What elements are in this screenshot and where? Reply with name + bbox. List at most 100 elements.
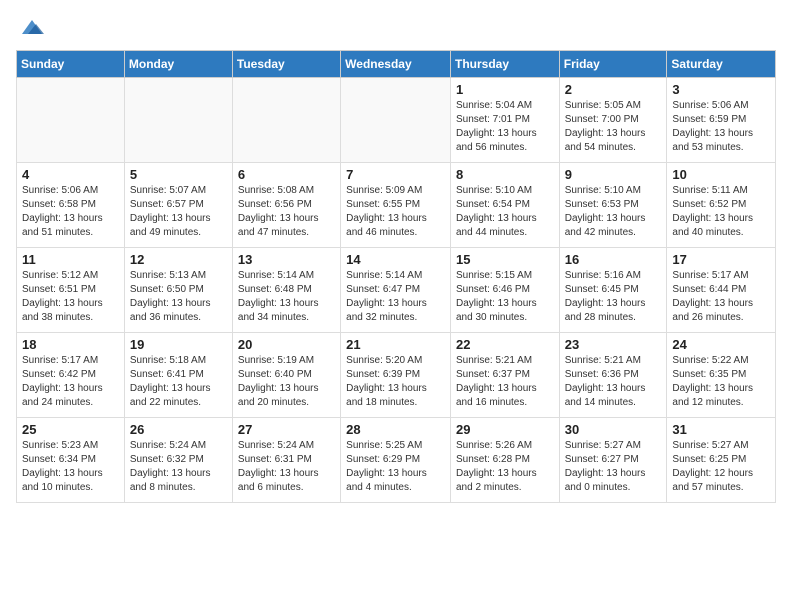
day-number: 26 [130,422,227,437]
calendar-cell: 15Sunrise: 5:15 AM Sunset: 6:46 PM Dayli… [450,248,559,333]
calendar-cell: 4 Sunrise: 5:06 AM Sunset: 6:58 PM Daylig… [17,163,125,248]
day-number: 20 [238,337,335,352]
calendar-cell: 12 Sunrise: 5:13 AM Sunset: 6:50 PM Dayli… [124,248,232,333]
day-number: 7 [346,167,445,182]
calendar-cell: 24Sunrise: 5:22 AM Sunset: 6:35 PM Dayli… [667,333,776,418]
day-number: 12 [130,252,227,267]
calendar-cell: 6 Sunrise: 5:08 AM Sunset: 6:56 PM Daylig… [232,163,340,248]
calendar-cell: 20 Sunrise: 5:19 AM Sunset: 6:40 PM Dayli… [232,333,340,418]
day-info: Sunrise: 5:10 AM Sunset: 6:54 PM Dayligh… [456,184,554,240]
calendar-cell [341,78,451,163]
calendar-cell: 27 Sunrise: 5:24 AM Sunset: 6:31 PM Dayli… [232,418,340,503]
header-thursday: Thursday [450,51,559,78]
day-info: Sunrise: 5:14 AM Sunset: 6:48 PM Dayligh… [238,269,335,325]
page-header [16,16,776,38]
day-number: 18 [22,337,119,352]
week-row-2: 4 Sunrise: 5:06 AM Sunset: 6:58 PM Daylig… [17,163,776,248]
day-number: 4 [22,167,119,182]
day-info: Sunrise: 5:06 AM Sunset: 6:58 PM Dayligh… [22,184,119,240]
day-info: Sunrise: 5:21 AM Sunset: 6:37 PM Dayligh… [456,354,554,410]
day-info: Sunrise: 5:09 AM Sunset: 6:55 PM Dayligh… [346,184,445,240]
day-number: 14 [346,252,445,267]
day-info: Sunrise: 5:14 AM Sunset: 6:47 PM Dayligh… [346,269,445,325]
day-number: 11 [22,252,119,267]
calendar-cell: 7 Sunrise: 5:09 AM Sunset: 6:55 PM Daylig… [341,163,451,248]
week-row-5: 25 Sunrise: 5:23 AM Sunset: 6:34 PM Dayli… [17,418,776,503]
day-info: Sunrise: 5:27 AM Sunset: 6:27 PM Dayligh… [565,439,662,495]
header-friday: Friday [559,51,667,78]
day-number: 30 [565,422,662,437]
day-number: 27 [238,422,335,437]
calendar-cell: 30 Sunrise: 5:27 AM Sunset: 6:27 PM Dayli… [559,418,667,503]
header-monday: Monday [124,51,232,78]
calendar-cell: 19 Sunrise: 5:18 AM Sunset: 6:41 PM Dayli… [124,333,232,418]
day-info: Sunrise: 5:07 AM Sunset: 6:57 PM Dayligh… [130,184,227,240]
day-number: 23 [565,337,662,352]
calendar-cell [124,78,232,163]
day-number: 3 [672,82,770,97]
calendar-cell: 25 Sunrise: 5:23 AM Sunset: 6:34 PM Dayli… [17,418,125,503]
day-number: 22 [456,337,554,352]
day-info: Sunrise: 5:04 AM Sunset: 7:01 PM Dayligh… [456,99,554,155]
calendar-cell: 31 Sunrise: 5:27 AM Sunset: 6:25 PM Dayli… [667,418,776,503]
calendar-cell: 5Sunrise: 5:07 AM Sunset: 6:57 PM Daylig… [124,163,232,248]
calendar-cell: 9 Sunrise: 5:10 AM Sunset: 6:53 PM Daylig… [559,163,667,248]
day-number: 28 [346,422,445,437]
day-info: Sunrise: 5:10 AM Sunset: 6:53 PM Dayligh… [565,184,662,240]
header-saturday: Saturday [667,51,776,78]
day-info: Sunrise: 5:18 AM Sunset: 6:41 PM Dayligh… [130,354,227,410]
day-info: Sunrise: 5:24 AM Sunset: 6:31 PM Dayligh… [238,439,335,495]
day-info: Sunrise: 5:05 AM Sunset: 7:00 PM Dayligh… [565,99,662,155]
day-info: Sunrise: 5:08 AM Sunset: 6:56 PM Dayligh… [238,184,335,240]
day-number: 21 [346,337,445,352]
calendar-cell [17,78,125,163]
calendar-cell: 21Sunrise: 5:20 AM Sunset: 6:39 PM Dayli… [341,333,451,418]
day-number: 6 [238,167,335,182]
header-sunday: Sunday [17,51,125,78]
calendar-cell: 23Sunrise: 5:21 AM Sunset: 6:36 PM Dayli… [559,333,667,418]
logo [16,16,46,38]
day-number: 16 [565,252,662,267]
day-info: Sunrise: 5:23 AM Sunset: 6:34 PM Dayligh… [22,439,119,495]
calendar-cell: 13Sunrise: 5:14 AM Sunset: 6:48 PM Dayli… [232,248,340,333]
day-info: Sunrise: 5:27 AM Sunset: 6:25 PM Dayligh… [672,439,770,495]
day-info: Sunrise: 5:24 AM Sunset: 6:32 PM Dayligh… [130,439,227,495]
header-tuesday: Tuesday [232,51,340,78]
calendar-cell: 2Sunrise: 5:05 AM Sunset: 7:00 PM Daylig… [559,78,667,163]
day-info: Sunrise: 5:25 AM Sunset: 6:29 PM Dayligh… [346,439,445,495]
calendar-cell: 16Sunrise: 5:16 AM Sunset: 6:45 PM Dayli… [559,248,667,333]
calendar-cell: 18 Sunrise: 5:17 AM Sunset: 6:42 PM Dayli… [17,333,125,418]
calendar-cell: 11 Sunrise: 5:12 AM Sunset: 6:51 PM Dayli… [17,248,125,333]
calendar-cell: 28 Sunrise: 5:25 AM Sunset: 6:29 PM Dayli… [341,418,451,503]
calendar-cell: 14 Sunrise: 5:14 AM Sunset: 6:47 PM Dayli… [341,248,451,333]
day-info: Sunrise: 5:19 AM Sunset: 6:40 PM Dayligh… [238,354,335,410]
calendar-cell [232,78,340,163]
day-number: 10 [672,167,770,182]
day-number: 31 [672,422,770,437]
calendar-cell: 1 Sunrise: 5:04 AM Sunset: 7:01 PM Daylig… [450,78,559,163]
calendar-cell: 29 Sunrise: 5:26 AM Sunset: 6:28 PM Dayli… [450,418,559,503]
day-number: 1 [456,82,554,97]
day-number: 8 [456,167,554,182]
day-number: 29 [456,422,554,437]
day-number: 25 [22,422,119,437]
header-wednesday: Wednesday [341,51,451,78]
day-info: Sunrise: 5:26 AM Sunset: 6:28 PM Dayligh… [456,439,554,495]
day-info: Sunrise: 5:13 AM Sunset: 6:50 PM Dayligh… [130,269,227,325]
calendar-header-row: SundayMondayTuesdayWednesdayThursdayFrid… [17,51,776,78]
day-info: Sunrise: 5:17 AM Sunset: 6:42 PM Dayligh… [22,354,119,410]
day-info: Sunrise: 5:06 AM Sunset: 6:59 PM Dayligh… [672,99,770,155]
day-info: Sunrise: 5:12 AM Sunset: 6:51 PM Dayligh… [22,269,119,325]
calendar-cell: 22 Sunrise: 5:21 AM Sunset: 6:37 PM Dayli… [450,333,559,418]
calendar-cell: 17Sunrise: 5:17 AM Sunset: 6:44 PM Dayli… [667,248,776,333]
day-number: 9 [565,167,662,182]
day-number: 15 [456,252,554,267]
calendar-cell: 10 Sunrise: 5:11 AM Sunset: 6:52 PM Dayli… [667,163,776,248]
day-number: 24 [672,337,770,352]
calendar: SundayMondayTuesdayWednesdayThursdayFrid… [16,50,776,503]
day-number: 19 [130,337,227,352]
week-row-3: 11 Sunrise: 5:12 AM Sunset: 6:51 PM Dayli… [17,248,776,333]
day-number: 17 [672,252,770,267]
week-row-4: 18 Sunrise: 5:17 AM Sunset: 6:42 PM Dayli… [17,333,776,418]
day-info: Sunrise: 5:11 AM Sunset: 6:52 PM Dayligh… [672,184,770,240]
